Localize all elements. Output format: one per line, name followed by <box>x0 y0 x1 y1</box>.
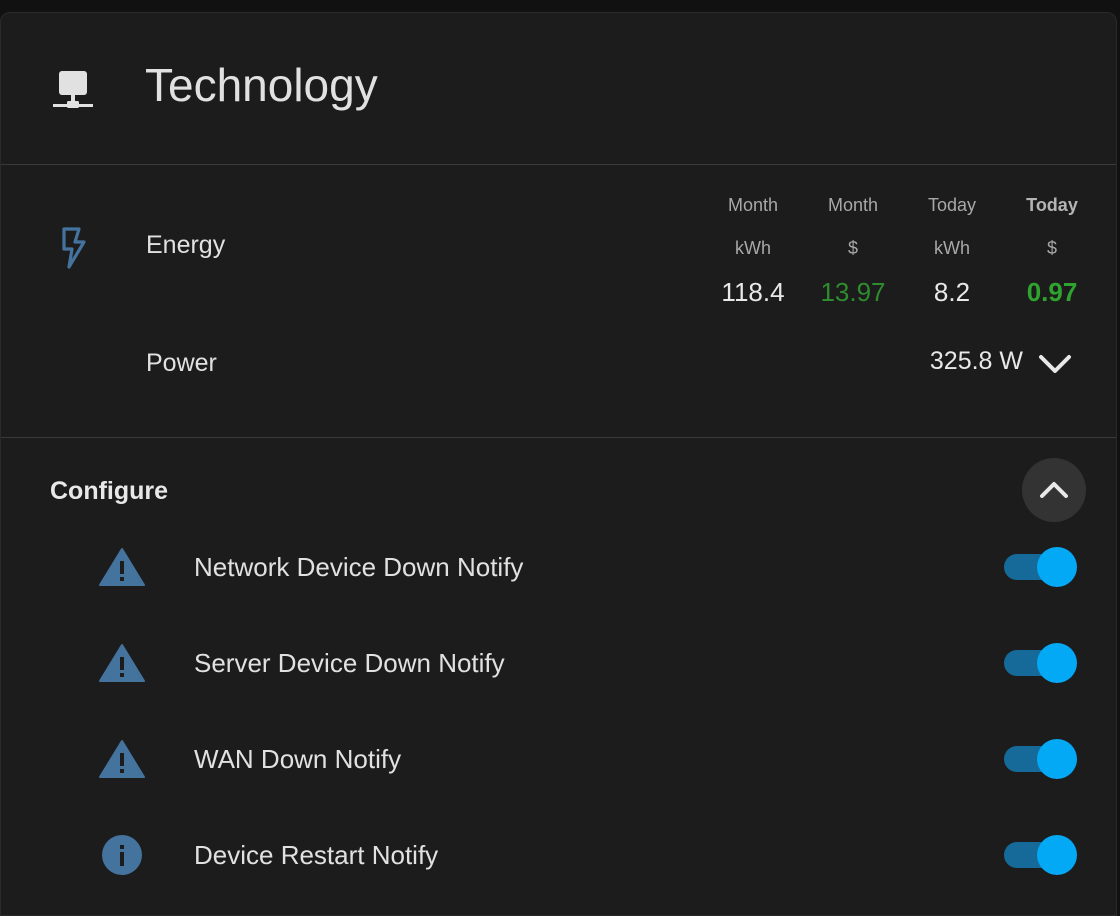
notify-label[interactable]: Server Device Down Notify <box>194 647 505 679</box>
configure-title: Configure <box>50 477 169 505</box>
chevron-up-icon <box>1040 482 1068 498</box>
notify-label[interactable]: Device Restart Notify <box>194 839 438 871</box>
header-divider <box>1 164 1116 165</box>
today-kwh-column: Today kWh 8.2 <box>907 184 997 314</box>
today-cost-column: Today $ 0.97 <box>1007 184 1097 314</box>
alert-icon <box>99 740 145 778</box>
notify-toggle[interactable] <box>1004 835 1078 875</box>
card-header: Technology <box>1 13 1116 165</box>
column-head-unit: $ <box>1046 238 1057 258</box>
notify-row-network-device: Network Device Down Notify <box>1 537 1116 597</box>
alert-icon <box>99 548 145 586</box>
today-kwh-value: 8.2 <box>933 277 971 307</box>
month-kwh-column: Month kWh 118.4 <box>708 184 798 314</box>
notify-row-wan: WAN Down Notify <box>1 729 1116 789</box>
column-head-period: Month <box>827 195 879 215</box>
column-head-unit: kWh <box>934 238 970 258</box>
notify-row-server-device: Server Device Down Notify <box>1 633 1116 693</box>
energy-label[interactable]: Energy <box>146 231 225 260</box>
server-network-icon <box>53 71 93 108</box>
lightning-bolt-icon <box>62 227 86 269</box>
column-head-period: Today <box>1026 195 1078 215</box>
collapse-button[interactable] <box>1022 458 1086 522</box>
column-head-period: Month <box>727 195 779 215</box>
notify-toggle[interactable] <box>1004 547 1078 587</box>
toggle-knob <box>1037 643 1077 683</box>
notify-toggle[interactable] <box>1004 739 1078 779</box>
chevron-down-icon[interactable] <box>1035 349 1075 381</box>
section-divider <box>1 437 1116 438</box>
technology-card: Technology Energy Month kWh 118.4 Month … <box>0 12 1117 916</box>
notify-label[interactable]: WAN Down Notify <box>194 743 401 775</box>
month-cost-column: Month $ 13.97 <box>808 184 898 314</box>
power-value: 325.8 W <box>929 347 1023 375</box>
month-cost-value: 13.97 <box>820 277 886 307</box>
month-kwh-value: 118.4 <box>721 277 785 307</box>
toggle-knob <box>1037 739 1077 779</box>
power-label[interactable]: Power <box>146 349 217 378</box>
card-title: Technology <box>145 59 378 111</box>
column-head-period: Today <box>927 195 977 215</box>
column-head-unit: kWh <box>735 238 771 258</box>
today-cost-value: 0.97 <box>1026 277 1078 307</box>
notify-toggle[interactable] <box>1004 643 1078 683</box>
alert-icon <box>99 644 145 682</box>
notify-row-device-restart: Device Restart Notify <box>1 825 1116 885</box>
toggle-knob <box>1037 835 1077 875</box>
information-icon <box>102 835 142 875</box>
toggle-knob <box>1037 547 1077 587</box>
notify-label[interactable]: Network Device Down Notify <box>194 551 523 583</box>
column-head-unit: $ <box>847 238 858 258</box>
